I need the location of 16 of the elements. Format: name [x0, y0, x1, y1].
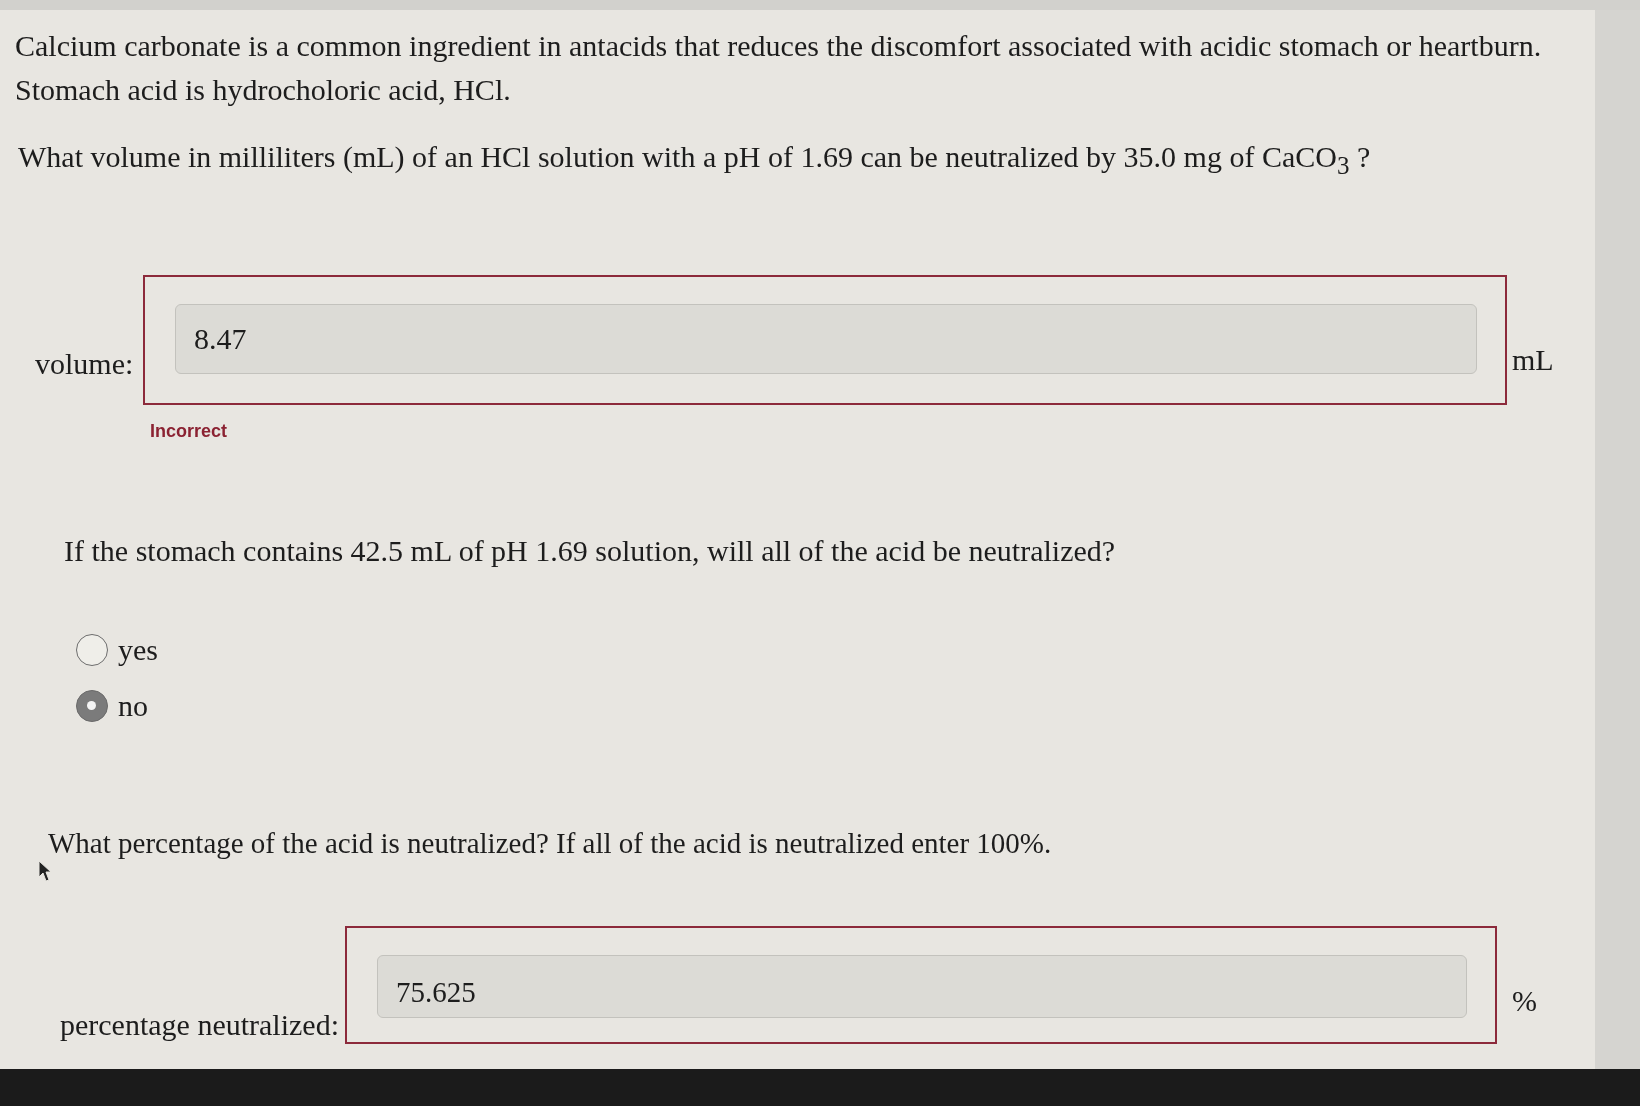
field-label: percentage neutralized:	[60, 1007, 340, 1041]
option-label[interactable]: yes	[118, 634, 158, 666]
mouse-pointer-icon	[38, 860, 52, 882]
feedback-text: Incorrect	[150, 420, 228, 442]
question-prompt: What percentage of the acid is neutralized? If all of the acid is neutralized enter 100%.	[48, 826, 1053, 861]
question-text: Calcium carbonate is a common ingredient in antacids that reduces the discomfort associated with acidic stomach or heartburn. Stomach acid is hydrocholoric acid, HCl.	[15, 28, 1543, 108]
answer-field[interactable]: 8.47	[175, 304, 1477, 374]
field-label: volume:	[35, 346, 135, 380]
question-prompt: What volume in milliliters (mL) of an HCl solution with a pH of 1.69 can be neutralized by 35.0 mg of CaCO$_{3}$ ?	[18, 139, 1372, 181]
unit-label: %	[1512, 983, 1537, 1017]
radio-button[interactable]	[76, 690, 108, 722]
radio-button[interactable]	[76, 634, 108, 666]
answer-field[interactable]: 75.625	[377, 955, 1467, 1018]
unit-label: mL	[1512, 342, 1554, 376]
option-label[interactable]: no	[118, 690, 148, 722]
question-prompt: If the stomach contains 42.5 mL of pH 1.69 solution, will all of the acid be neutralized?	[64, 533, 1117, 569]
